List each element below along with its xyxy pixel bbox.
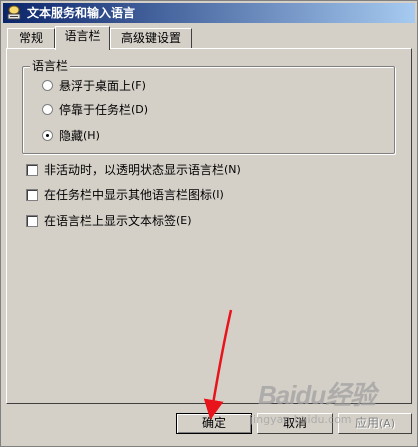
checkbox-label: 在语言栏上显示文本标签 bbox=[44, 214, 177, 228]
ok-button[interactable]: 确定 bbox=[176, 413, 252, 434]
tab-language-bar-label: 语言栏 bbox=[64, 29, 101, 43]
radio-label: 隐藏 bbox=[59, 129, 84, 143]
checkbox-show-text-labels[interactable]: 在语言栏上显示文本标签 (E) bbox=[26, 212, 192, 229]
checkbox-label: 在任务栏中显示其他语言栏图标 bbox=[44, 188, 213, 202]
radio-button-checked-icon[interactable] bbox=[42, 130, 53, 141]
watermark-url: jingyan.baidu.com bbox=[250, 413, 352, 426]
checkbox-transparent-when-inactive[interactable]: 非活动时，以透明状态显示语言栏 (N) bbox=[26, 161, 241, 178]
tab-language-bar[interactable]: 语言栏 bbox=[55, 26, 110, 50]
watermark-brand: Baidu经验 bbox=[258, 380, 376, 410]
ok-button-label: 确定 bbox=[201, 416, 226, 430]
radio-button-icon[interactable] bbox=[42, 104, 53, 115]
checkbox-label: 非活动时，以透明状态显示语言栏 bbox=[44, 163, 225, 177]
checkbox-icon[interactable] bbox=[26, 214, 38, 227]
radio-button-icon[interactable] bbox=[42, 80, 53, 91]
tab-general-label: 常规 bbox=[18, 31, 43, 45]
radio-float-on-desktop[interactable]: 悬浮于桌面上 (F) bbox=[42, 77, 146, 94]
tab-general[interactable]: 常规 bbox=[7, 28, 55, 48]
checkbox-shortcut: (N) bbox=[224, 163, 241, 176]
watermark: Baidu经验 jingyan.baidu.com bbox=[250, 375, 376, 426]
checkbox-icon[interactable] bbox=[26, 188, 38, 201]
keyboard-app-icon bbox=[7, 5, 21, 20]
apply-button-label: 应用 bbox=[354, 416, 379, 430]
radio-shortcut: (F) bbox=[131, 79, 146, 92]
apply-button-shortcut: (A) bbox=[378, 417, 396, 430]
checkbox-icon[interactable] bbox=[26, 163, 38, 176]
checkbox-shortcut: (I) bbox=[212, 188, 224, 201]
group-title: 语言栏 bbox=[30, 59, 71, 73]
radio-dock-taskbar[interactable]: 停靠于任务栏 (D) bbox=[42, 101, 148, 118]
window-title: 文本服务和输入语言 bbox=[27, 6, 136, 20]
radio-label: 停靠于任务栏 bbox=[59, 103, 132, 117]
tab-advanced-key-settings[interactable]: 高级键设置 bbox=[110, 28, 192, 48]
tab-advanced-key-settings-label: 高级键设置 bbox=[120, 31, 181, 45]
radio-shortcut: (H) bbox=[83, 129, 100, 142]
radio-shortcut: (D) bbox=[131, 103, 149, 116]
radio-label: 悬浮于桌面上 bbox=[59, 79, 132, 93]
title-bar[interactable]: 文本服务和输入语言 bbox=[3, 3, 415, 23]
checkbox-shortcut: (E) bbox=[176, 214, 192, 227]
checkbox-show-extra-icons[interactable]: 在任务栏中显示其他语言栏图标 (I) bbox=[26, 186, 224, 203]
radio-hidden[interactable]: 隐藏 (H) bbox=[42, 127, 100, 144]
